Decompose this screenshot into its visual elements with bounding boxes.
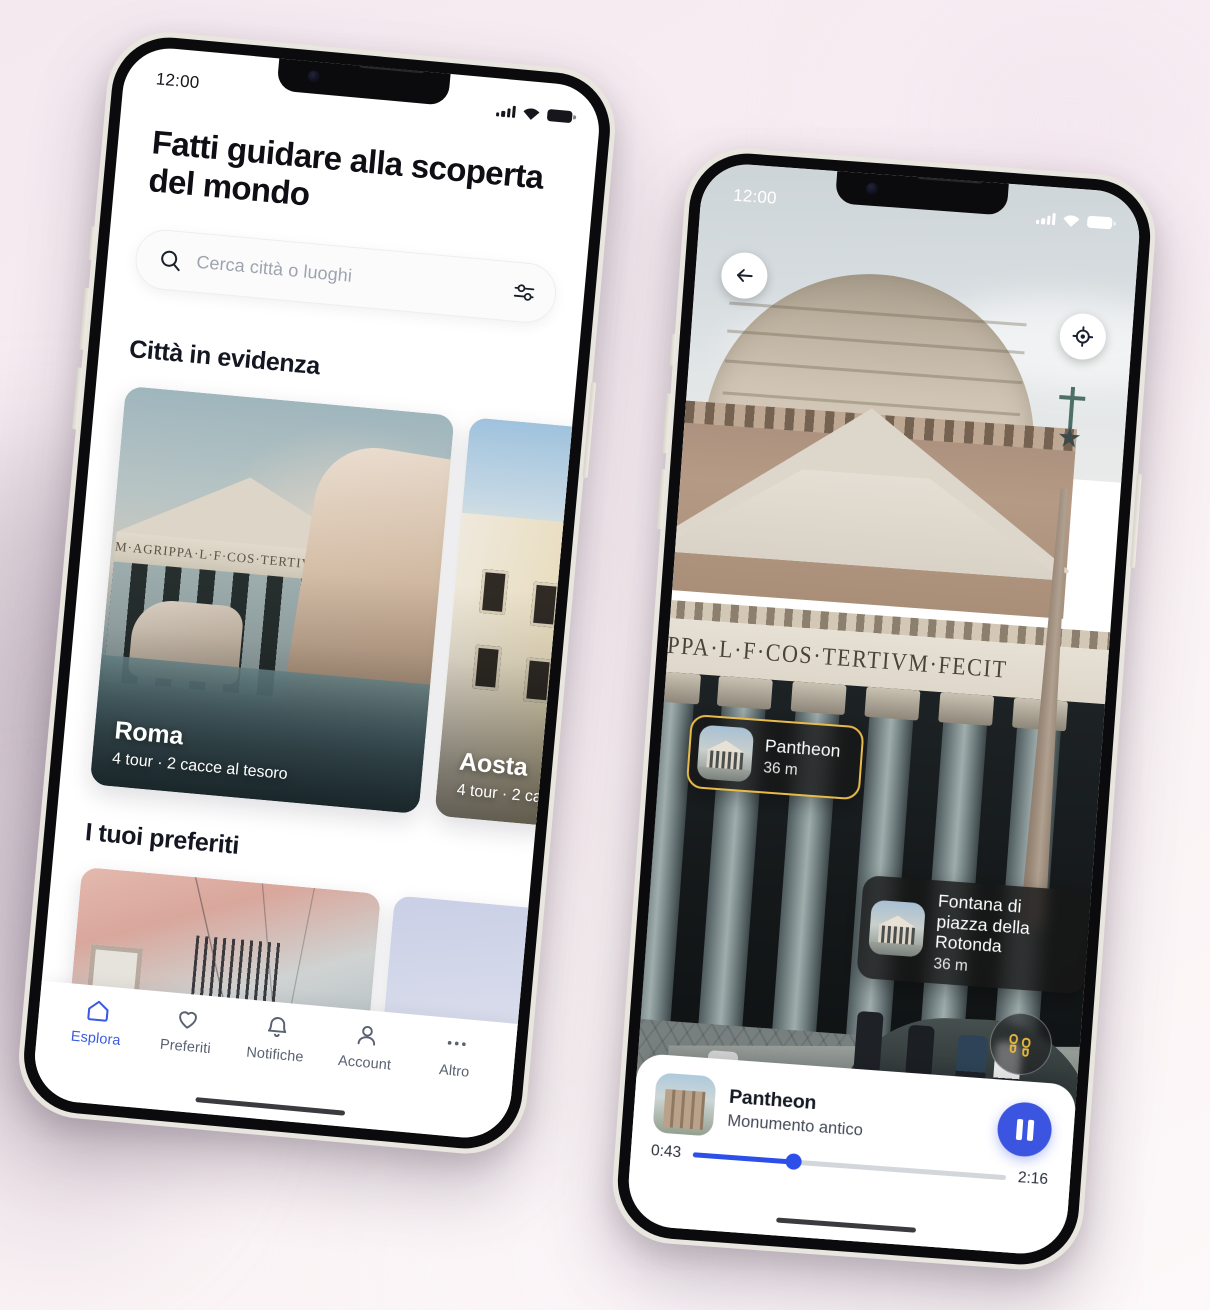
featured-cities-carousel[interactable]: M·AGRIPPA·L·F·COS·TERTIVM·FECIT Roma: [60, 383, 603, 845]
tab-label: Notifiche: [245, 1044, 305, 1066]
heart-icon: [179, 1011, 197, 1029]
section-featured-cities: Città in evidenza M·AGRIPPA·L·F·COS·TERT…: [60, 332, 603, 845]
ellipsis-icon: [447, 1041, 466, 1047]
search-bar[interactable]: Cerca città o luoghi: [133, 226, 559, 325]
wifi-icon: [523, 107, 540, 120]
phone-mockup-left: 12:00 Fatti guidare alla scoperta del mo…: [13, 27, 621, 1159]
screen-left: 12:00 Fatti guidare alla scoperta del mo…: [31, 44, 603, 1142]
footsteps-icon: [1009, 1034, 1031, 1057]
tab-label: Esplora: [70, 1028, 122, 1050]
poi-name: Fontana di piazza della Rotonda: [934, 890, 1031, 957]
filter-sliders-icon[interactable]: [510, 278, 538, 306]
crosshair-target-icon: [1072, 326, 1094, 347]
poi-card-pantheon[interactable]: Pantheon 36 m: [685, 713, 865, 801]
progress-knob[interactable]: [784, 1152, 802, 1171]
volume-up-button[interactable]: [662, 393, 672, 454]
pause-button[interactable]: [995, 1100, 1054, 1159]
tab-esplora[interactable]: Esplora: [50, 994, 144, 1051]
duration-time: 2:16: [1017, 1169, 1049, 1189]
phone-body-left: 12:00 Fatti guidare alla scoperta del mo…: [19, 32, 615, 1154]
tab-account[interactable]: Account: [319, 1018, 413, 1075]
battery-icon: [1086, 215, 1113, 230]
person-icon: [357, 1025, 376, 1046]
tab-label: Altro: [438, 1062, 471, 1081]
elapsed-time: 0:43: [650, 1142, 682, 1162]
player-thumbnail: [652, 1072, 717, 1137]
poi-text: Fontana di piazza della Rotonda 36 m: [933, 891, 1069, 983]
status-icons: [496, 104, 573, 124]
tab-preferiti[interactable]: Preferiti: [140, 1002, 234, 1059]
explore-screen-content: Fatti guidare alla scoperta del mondo Ce…: [31, 45, 603, 1142]
home-indicator[interactable]: [776, 1216, 917, 1233]
phone-mockup-right: RIPPA·L·F·COS·TERTIVM·FECIT Pantheon 36 …: [608, 144, 1160, 1274]
tab-label: Account: [337, 1052, 392, 1074]
tab-label: Preferiti: [159, 1036, 212, 1058]
screen-right: RIPPA·L·F·COS·TERTIVM·FECIT Pantheon 36 …: [625, 161, 1143, 1257]
arrow-left-icon: [737, 269, 753, 282]
city-card-aosta[interactable]: Aosta 4 tour · 2 cacce al tesoro: [434, 416, 603, 845]
progress-fill: [692, 1151, 794, 1165]
tab-altro[interactable]: Altro: [409, 1026, 503, 1083]
phone-body-right: RIPPA·L·F·COS·TERTIVM·FECIT Pantheon 36 …: [613, 149, 1155, 1269]
window-shape: [588, 596, 603, 643]
poi-distance: 36 m: [762, 759, 799, 779]
audio-player[interactable]: Pantheon Monumento antico 0:43 2:16: [625, 1052, 1077, 1257]
search-input[interactable]: Cerca città o luoghi: [196, 252, 499, 300]
bell-icon: [267, 1017, 287, 1038]
pause-icon: [1026, 1119, 1034, 1141]
pause-icon: [1015, 1118, 1023, 1140]
wifi-icon: [1063, 214, 1080, 227]
silent-switch[interactable]: [88, 226, 96, 261]
silent-switch[interactable]: [669, 333, 676, 366]
poi-thumbnail: [868, 900, 926, 958]
screenshot-stage: 12:00 Fatti guidare alla scoperta del mo…: [0, 0, 1210, 1310]
volume-down-button[interactable]: [656, 469, 666, 530]
status-time: 12:00: [732, 185, 778, 208]
home-icon: [87, 1000, 109, 1022]
player-info: Pantheon Monumento antico: [727, 1085, 986, 1149]
status-icons: [1036, 211, 1113, 230]
status-time: 12:00: [155, 69, 201, 93]
cellular-bars-icon: [496, 104, 516, 118]
poi-name: Pantheon: [764, 735, 842, 762]
front-camera-icon: [865, 182, 879, 196]
poi-card-fontana[interactable]: Fontana di piazza della Rotonda 36 m: [856, 874, 1092, 995]
progress-slider[interactable]: [692, 1151, 1007, 1180]
tab-notifiche[interactable]: Notifiche: [229, 1010, 323, 1067]
earpiece-speaker: [358, 60, 426, 74]
poi-text: Pantheon 36 m: [763, 736, 842, 783]
poi-thumbnail: [696, 724, 755, 783]
battery-icon: [546, 108, 573, 124]
front-camera-icon: [307, 70, 321, 84]
earpiece-speaker: [916, 172, 984, 184]
cellular-bars-icon: [1036, 212, 1056, 226]
city-card-roma[interactable]: M·AGRIPPA·L·F·COS·TERTIVM·FECIT Roma: [89, 385, 455, 814]
search-icon: [161, 250, 180, 271]
